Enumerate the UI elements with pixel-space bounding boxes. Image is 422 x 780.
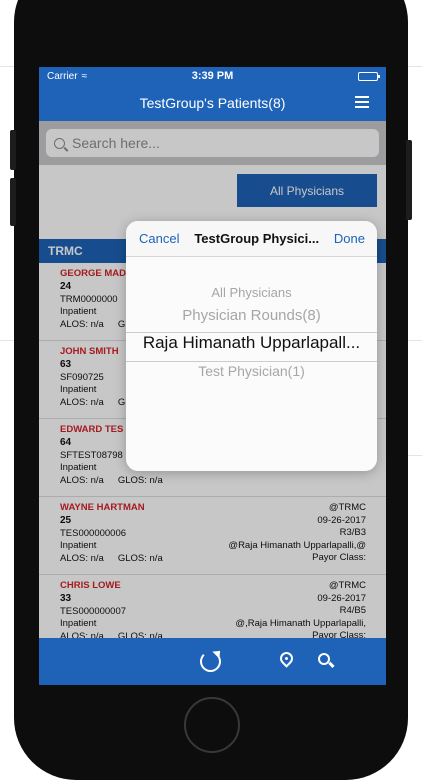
cancel-button[interactable]: Cancel bbox=[139, 231, 179, 246]
status-bar: Carrier ≈ 3:39 PM bbox=[39, 67, 386, 85]
picker-wheel[interactable]: All Physicians Physician Rounds(8) Raja Hi… bbox=[126, 257, 377, 471]
location-pin-icon[interactable] bbox=[277, 649, 296, 668]
picker-title: TestGroup Physici... bbox=[194, 231, 320, 246]
bg-divider bbox=[0, 66, 14, 67]
bg-divider bbox=[408, 455, 422, 456]
side-button bbox=[10, 130, 16, 170]
battery-icon bbox=[358, 71, 380, 81]
home-button[interactable] bbox=[184, 697, 240, 753]
nav-bar: TestGroup's Patients(8) bbox=[39, 85, 386, 121]
search-icon[interactable] bbox=[318, 653, 330, 665]
picker-option[interactable]: Physician Rounds(8) bbox=[126, 307, 377, 324]
bg-divider bbox=[408, 66, 422, 67]
clock: 3:39 PM bbox=[191, 70, 234, 82]
bg-divider bbox=[0, 340, 14, 341]
done-button[interactable]: Done bbox=[334, 231, 365, 246]
picker-option[interactable]: All Physicians bbox=[126, 285, 377, 300]
refresh-icon[interactable] bbox=[200, 651, 221, 672]
bg-divider bbox=[408, 340, 422, 341]
picker-option[interactable]: Raja Himanath Upparlapall... bbox=[126, 333, 377, 353]
menu-icon[interactable] bbox=[355, 96, 369, 108]
physician-picker: Cancel TestGroup Physici... Done All Phy… bbox=[126, 221, 377, 471]
side-button bbox=[406, 140, 412, 220]
page-title: TestGroup's Patients(8) bbox=[139, 95, 286, 111]
bottom-toolbar bbox=[39, 638, 386, 685]
picker-option[interactable]: Test Physician(1) bbox=[126, 363, 377, 379]
picker-toolbar: Cancel TestGroup Physici... Done bbox=[126, 221, 377, 257]
side-button bbox=[10, 178, 16, 226]
app-screen: Carrier ≈ 3:39 PM TestGroup's Patients(8)… bbox=[39, 67, 386, 685]
